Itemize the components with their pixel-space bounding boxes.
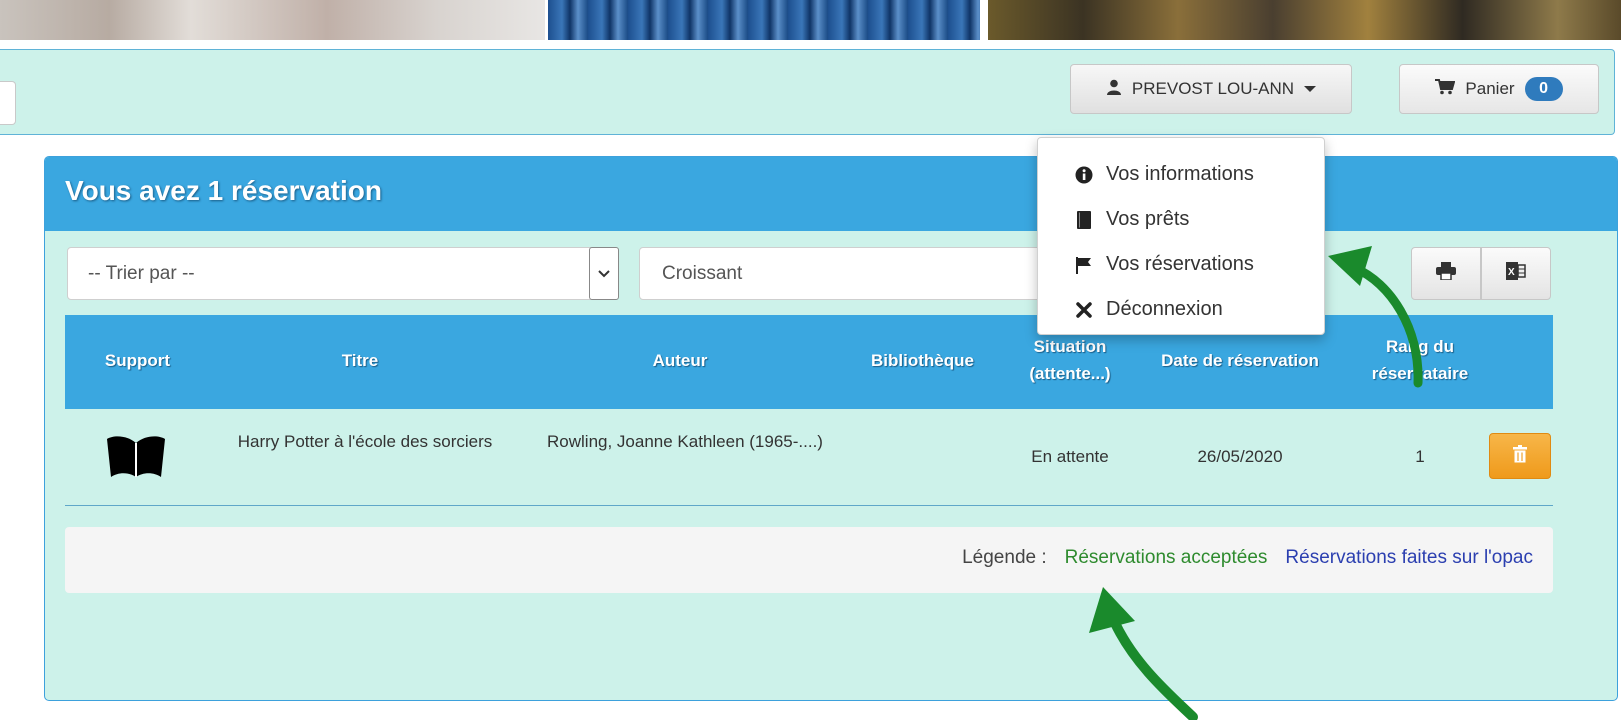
panel-title: Vous avez 1 réservation [65, 175, 382, 206]
close-x-icon [1074, 300, 1094, 320]
user-icon [1106, 79, 1122, 100]
cart-icon [1435, 78, 1456, 100]
excel-icon: X [1506, 262, 1526, 285]
col-auteur[interactable]: Auteur [535, 347, 825, 374]
cell-date: 26/05/2020 [1197, 447, 1283, 466]
annotation-arrow-icon [1328, 246, 1423, 388]
cart-button[interactable]: Panier 0 [1399, 64, 1599, 114]
menu-item-vos-reservations[interactable]: Vos réservations [1038, 242, 1324, 287]
export-excel-button[interactable]: X [1481, 247, 1551, 300]
annotation-arrow-icon [1089, 587, 1198, 720]
col-date-reservation[interactable]: Date de réservation [1130, 347, 1350, 374]
menu-item-label: Vos réservations [1106, 253, 1254, 275]
menu-item-label: Vos informations [1106, 163, 1254, 185]
book-icon [1074, 210, 1094, 230]
legend-opac: Réservations faites sur l'opac [1285, 547, 1533, 568]
book-open-icon [103, 435, 169, 489]
search-field-edge[interactable] [0, 81, 16, 125]
menu-item-vos-prets[interactable]: Vos prêts [1038, 197, 1324, 242]
caret-down-icon [1304, 86, 1317, 92]
cell-situation: En attente [1031, 447, 1109, 466]
delete-reservation-button[interactable] [1489, 433, 1551, 479]
header-banner-image [0, 0, 1621, 40]
svg-text:X: X [1508, 267, 1515, 278]
sort-by-select[interactable]: -- Trier par -- [67, 247, 603, 300]
trash-icon [1513, 444, 1527, 468]
cell-auteur[interactable]: Rowling, Joanne Kathleen (1965-....) [540, 427, 830, 457]
cell-rang: 1 [1415, 447, 1425, 466]
col-situation[interactable]: Situation (attente...) [1020, 333, 1120, 387]
sort-by-value: -- Trier par -- [88, 262, 195, 284]
panel-heading: Vous avez 1 réservation [45, 157, 1617, 231]
user-dropdown-menu: Vos informations Vos prêts Vos réservati… [1037, 137, 1325, 335]
top-navbar: PREVOST LOU-ANN Panier 0 [0, 49, 1615, 135]
cart-count-badge: 0 [1524, 77, 1563, 101]
user-menu-button[interactable]: PREVOST LOU-ANN [1070, 64, 1352, 114]
order-select[interactable]: Croissant [639, 247, 1059, 300]
table-row: Harry Potter à l'école des sorciers Rowl… [65, 409, 1553, 506]
info-circle-icon [1074, 165, 1094, 185]
menu-item-vos-informations[interactable]: Vos informations [1038, 152, 1324, 197]
menu-item-deconnexion[interactable]: Déconnexion [1038, 287, 1324, 332]
flag-icon [1074, 255, 1094, 275]
legend-accepted: Réservations acceptées [1064, 547, 1268, 568]
menu-item-label: Vos prêts [1106, 208, 1190, 230]
order-value: Croissant [662, 262, 743, 284]
cart-label: Panier [1465, 79, 1515, 98]
col-titre[interactable]: Titre [215, 347, 505, 374]
legend-label: Légende : [962, 547, 1047, 568]
menu-item-label: Déconnexion [1106, 298, 1223, 320]
user-name-label: PREVOST LOU-ANN [1131, 79, 1295, 98]
col-support[interactable]: Support [65, 347, 210, 374]
col-bibliotheque[interactable]: Bibliothèque [840, 347, 1005, 374]
chevron-down-icon[interactable] [589, 247, 619, 300]
legend-bar: Légende : Réservations acceptées Réserva… [65, 527, 1553, 593]
cell-titre[interactable]: Harry Potter à l'école des sorciers [230, 427, 500, 457]
